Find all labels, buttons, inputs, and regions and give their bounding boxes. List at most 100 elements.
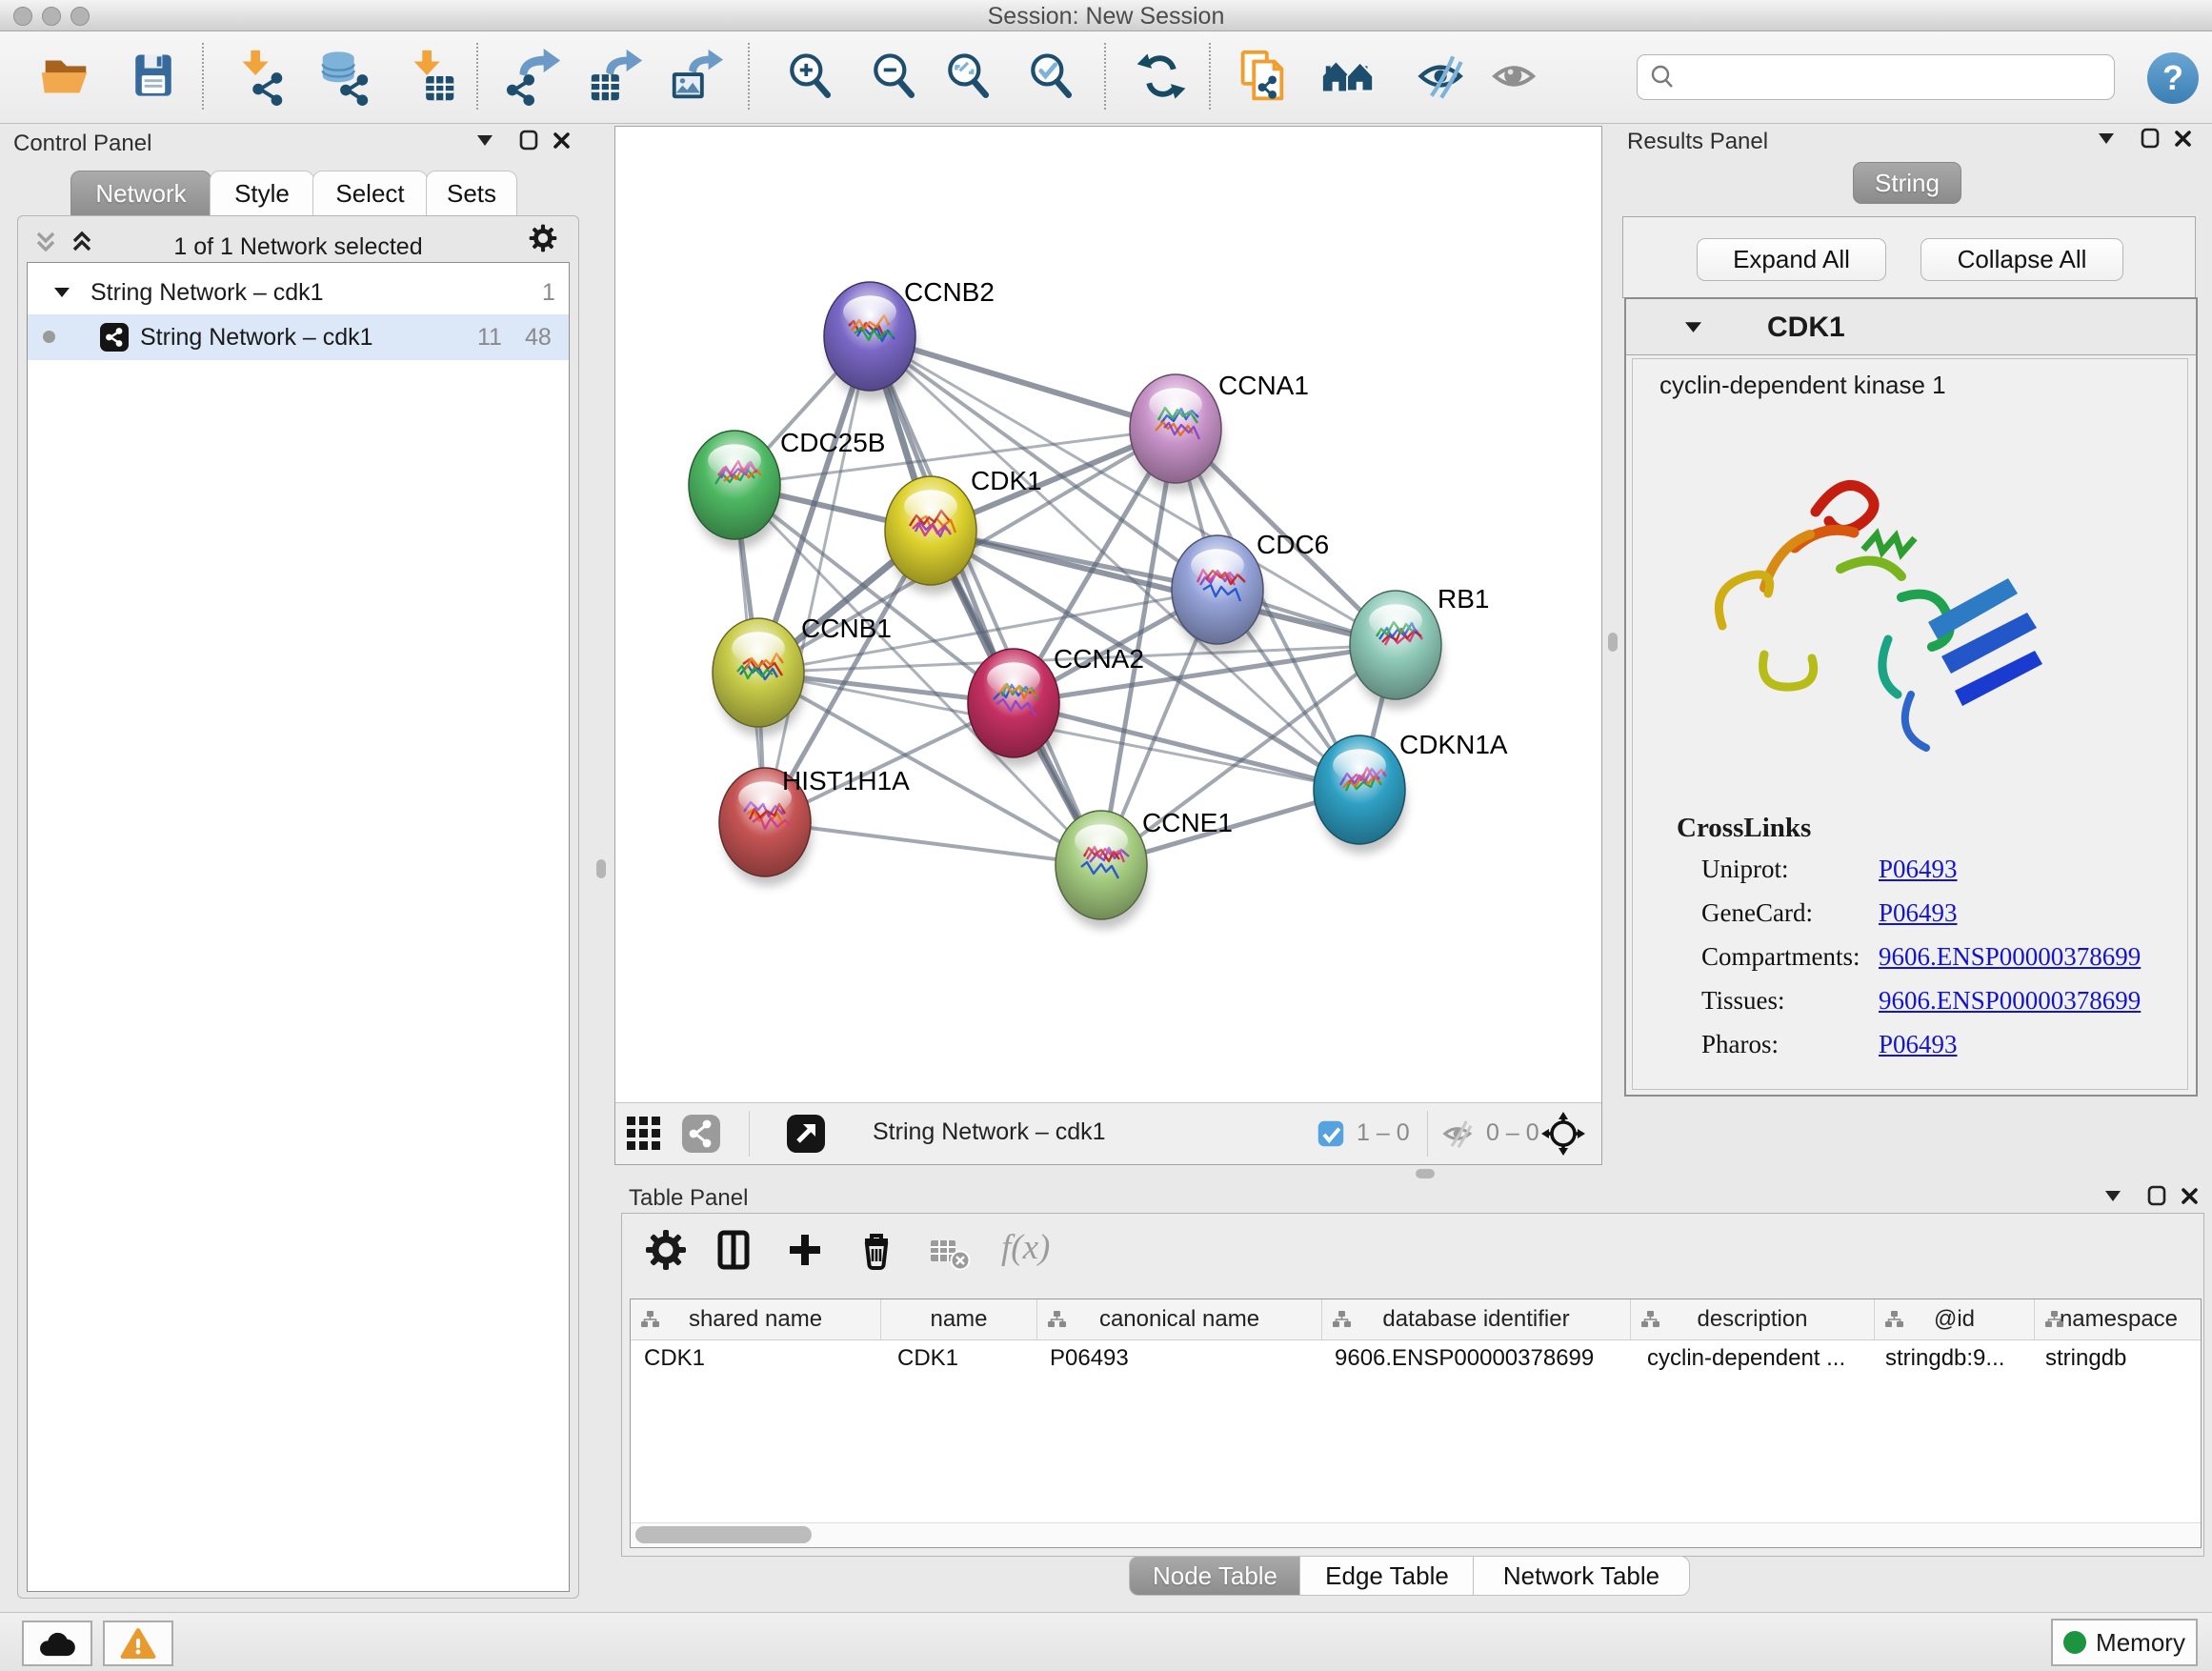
crosslink-compartments-link[interactable]: 9606.ENSP00000378699	[1879, 942, 2141, 972]
tab-style[interactable]: Style	[210, 171, 314, 217]
results-panel-float-button[interactable]	[2092, 126, 2121, 151]
network-edge[interactable]	[765, 822, 1101, 865]
memory-button[interactable]: Memory	[2051, 1619, 2198, 1666]
column-header-id[interactable]: @id	[1874, 1299, 2034, 1339]
help-button[interactable]: ?	[2147, 52, 2199, 104]
save-session-button[interactable]	[122, 45, 185, 108]
export-image-button[interactable]	[665, 45, 728, 108]
column-header-shared-name[interactable]: shared name	[631, 1299, 880, 1339]
control-panel-close-button[interactable]	[547, 128, 575, 152]
tab-select[interactable]: Select	[312, 171, 428, 217]
refresh-view-button[interactable]	[1130, 45, 1193, 108]
search-input[interactable]	[1687, 59, 2101, 93]
zoom-in-button[interactable]	[779, 45, 842, 108]
fit-content-button[interactable]	[937, 45, 1000, 108]
cell-database-identifier[interactable]: 9606.ENSP00000378699	[1321, 1339, 1630, 1378]
column-header-description[interactable]: description	[1630, 1299, 1874, 1339]
protein-content: cyclin-dependent kinase 1 Cross	[1632, 358, 2188, 1090]
network-node-CCNA2[interactable]: CCNA2	[968, 644, 1144, 767]
network-node-CCNB2[interactable]: CCNB2	[824, 277, 995, 400]
string-view-button[interactable]	[680, 1113, 722, 1159]
crosslink-uniprot-link[interactable]: P06493	[1879, 855, 1958, 884]
column-header-canonical-name[interactable]: canonical name	[1036, 1299, 1321, 1339]
strip-divider	[749, 1111, 750, 1157]
delete-table-icon	[929, 1235, 971, 1273]
collapse-all-button[interactable]: Collapse All	[1920, 238, 2123, 281]
show-columns-button[interactable]	[713, 1229, 754, 1276]
node-label-CDC6: CDC6	[1257, 530, 1329, 559]
bottom-splitter-handle[interactable]	[1416, 1169, 1435, 1178]
cell-shared-name[interactable]: CDK1	[631, 1339, 880, 1378]
import-network-from-file-button[interactable]	[229, 45, 292, 108]
crosshair-icon	[1541, 1112, 1585, 1156]
zoom-out-button[interactable]	[863, 45, 926, 108]
scrollbar-thumb[interactable]	[635, 1526, 812, 1543]
delete-table-button[interactable]	[929, 1235, 971, 1278]
import-network-from-database-button[interactable]	[312, 45, 375, 108]
network-row-selected[interactable]: String Network – cdk1 11 48	[28, 314, 569, 360]
add-column-button[interactable]	[784, 1229, 826, 1276]
control-panel-float-button[interactable]	[471, 128, 499, 152]
results-panel-maximize-button[interactable]	[2136, 126, 2164, 151]
network-node-CCNE1[interactable]: CCNE1	[1056, 808, 1233, 929]
copy-network-button[interactable]	[1230, 45, 1293, 108]
network-node-CDC25B[interactable]: CDC25B	[689, 428, 885, 549]
network-collection-row[interactable]: String Network – cdk1 1	[28, 271, 569, 314]
column-header-namespace[interactable]: namespace	[2034, 1299, 2202, 1339]
import-table-from-file-button[interactable]	[400, 45, 463, 108]
crosslink-tissues-link[interactable]: 9606.ENSP00000378699	[1879, 986, 2141, 1016]
crosslink-genecard-link[interactable]: P06493	[1879, 898, 1958, 928]
left-splitter-handle[interactable]	[596, 859, 606, 878]
function-builder-button[interactable]: f(x)	[1001, 1227, 1050, 1268]
network-selection-status: 1 of 1 Network selected	[18, 233, 578, 261]
export-table-button[interactable]	[584, 45, 647, 108]
results-panel-close-button[interactable]	[2168, 126, 2197, 151]
export-network-button[interactable]	[503, 45, 566, 108]
network-node-RB1[interactable]: RB1	[1350, 584, 1489, 709]
birdseye-view-button[interactable]	[623, 1113, 665, 1159]
zoom-selected-button[interactable]	[1020, 45, 1083, 108]
network-canvas[interactable]: CCNB2CCNA1CDC25BCDK1CDC6RB1CCNB1CCNA2CDK…	[615, 127, 1601, 1103]
show-items-button[interactable]	[1484, 45, 1547, 108]
tab-sets[interactable]: Sets	[426, 171, 517, 217]
tab-network-table[interactable]: Network Table	[1473, 1556, 1690, 1596]
cell-name[interactable]: CDK1	[880, 1339, 1036, 1378]
column-header-name[interactable]: name	[880, 1299, 1036, 1339]
expand-all-button[interactable]: Expand All	[1697, 238, 1886, 281]
control-panel-maximize-button[interactable]	[514, 128, 543, 152]
delete-column-button[interactable]	[855, 1229, 897, 1276]
crosslink-pharos-link[interactable]: P06493	[1879, 1030, 1958, 1059]
cell-id[interactable]: stringdb:9...	[1874, 1339, 2034, 1378]
cell-namespace[interactable]: stringdb	[2034, 1339, 2202, 1378]
network-node-CDK1[interactable]: CDK1	[885, 466, 1042, 594]
cell-canonical-name[interactable]: P06493	[1036, 1339, 1321, 1378]
cloud-status-button[interactable]	[22, 1621, 92, 1666]
horizontal-scrollbar[interactable]	[631, 1522, 2201, 1547]
network-node-CDKN1A[interactable]: CDKN1A	[1314, 730, 1508, 854]
column-header-database-identifier[interactable]: database identifier	[1321, 1299, 1630, 1339]
warnings-button[interactable]	[103, 1621, 173, 1666]
network-options-button[interactable]	[529, 226, 557, 251]
table-panel-float-button[interactable]	[2099, 1183, 2127, 1208]
tab-network[interactable]: Network	[70, 171, 211, 217]
cell-description[interactable]: cyclin-dependent ...	[1630, 1339, 1874, 1378]
close-icon	[553, 131, 571, 150]
tab-edge-table[interactable]: Edge Table	[1299, 1556, 1475, 1596]
birdseye-toggle-button[interactable]	[1541, 1112, 1585, 1160]
houses-button[interactable]	[1317, 45, 1380, 108]
tab-string[interactable]: String	[1853, 162, 1961, 204]
table-panel-close-button[interactable]	[2175, 1183, 2203, 1208]
hide-items-button[interactable]	[1411, 45, 1474, 108]
crosslink-label: Compartments:	[1701, 942, 1860, 972]
tab-node-table[interactable]: Node Table	[1129, 1556, 1301, 1596]
network-node-HIST1H1A[interactable]: HIST1H1A	[719, 766, 910, 886]
table-panel-maximize-button[interactable]	[2142, 1183, 2171, 1208]
open-in-new-window-button[interactable]	[785, 1113, 827, 1159]
selected-items-checkbox[interactable]	[1317, 1119, 1345, 1153]
protein-header[interactable]: CDK1	[1626, 299, 2196, 355]
right-splitter-handle[interactable]	[1608, 633, 1618, 652]
open-session-button[interactable]	[34, 45, 97, 108]
hidden-items-indicator[interactable]	[1440, 1116, 1477, 1157]
network-node-CCNB1[interactable]: CCNB1	[713, 614, 892, 736]
table-options-button[interactable]	[645, 1229, 687, 1276]
